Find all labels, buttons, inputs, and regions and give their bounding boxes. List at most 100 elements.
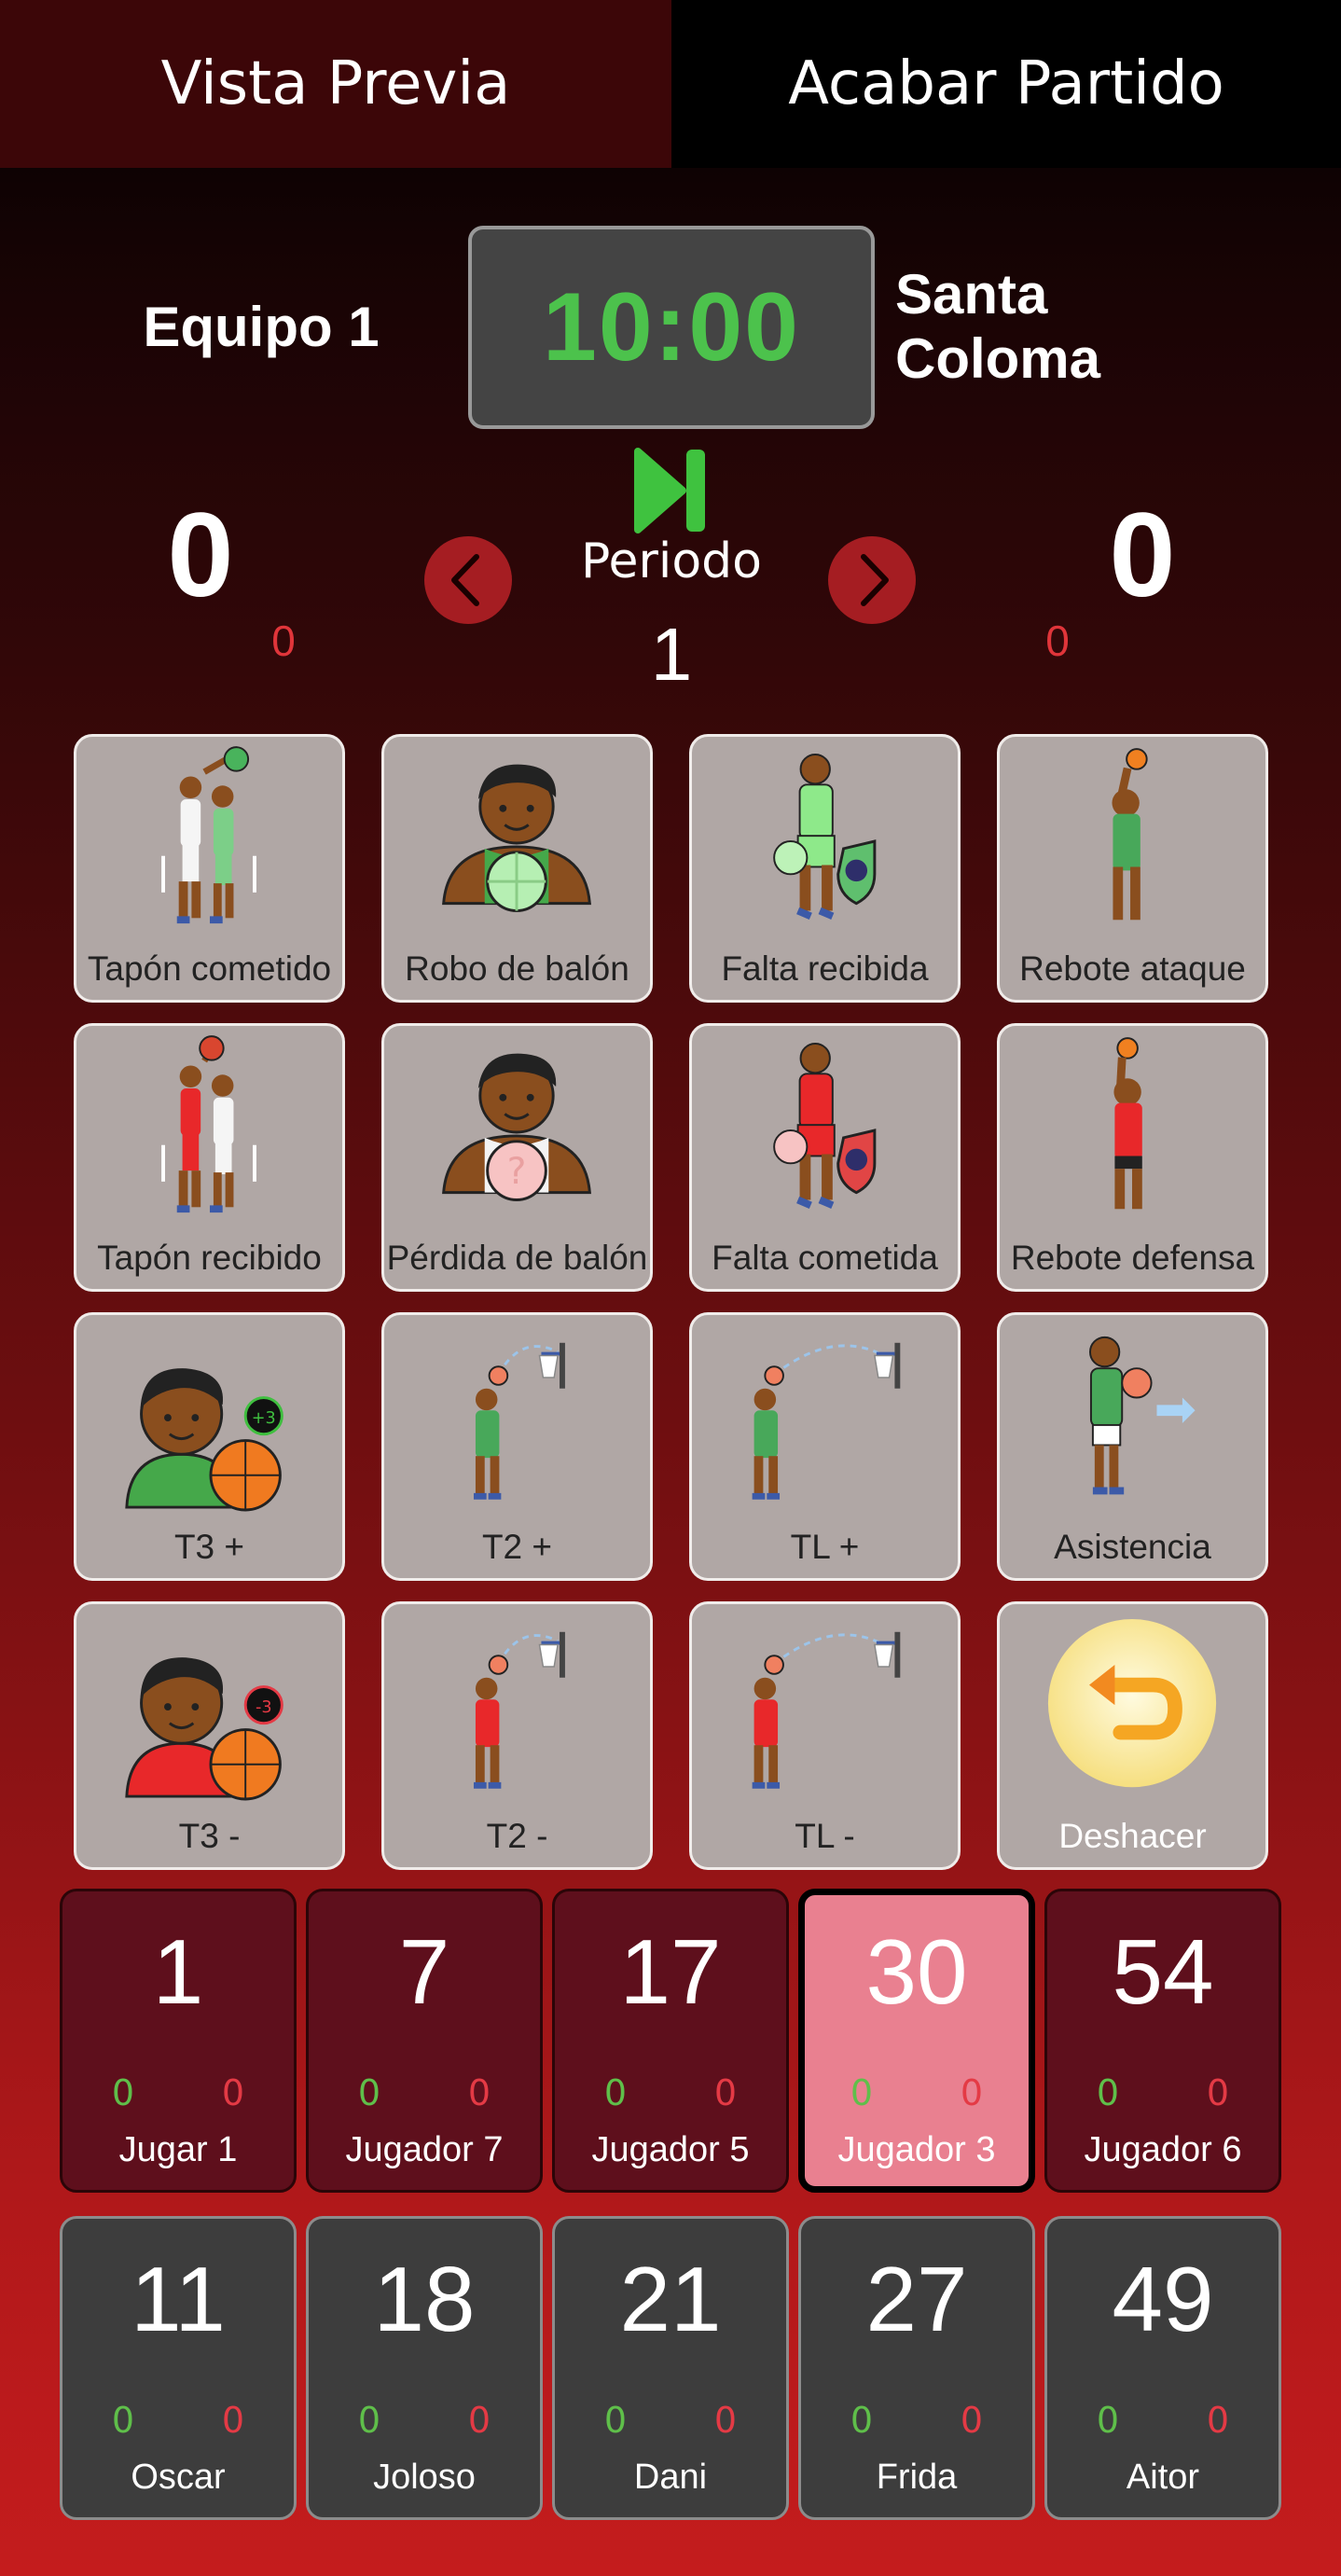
chevron-left-icon xyxy=(451,554,479,606)
action-steal[interactable]: Robo de balón xyxy=(381,734,653,1003)
foul-committed-icon xyxy=(773,1043,877,1209)
three-made-icon: +3 xyxy=(125,1368,283,1512)
bench-player-card[interactable]: 27 0 0 Frida xyxy=(798,2216,1035,2520)
action-label: Rebote defensa xyxy=(1010,1239,1255,1277)
away-team-name: Santa Coloma xyxy=(895,263,1101,390)
action-block-made[interactable]: Tapón cometido xyxy=(74,734,345,1003)
action-label: T3 - xyxy=(178,1817,241,1855)
player-number: 17 xyxy=(619,1920,722,2023)
players-bench: 11 0 0 Oscar 18 0 0 Joloso 21 0 0 Dani 2… xyxy=(60,2216,1283,2520)
action-foul-received[interactable]: Falta recibida xyxy=(689,734,961,1003)
chevron-right-icon xyxy=(861,554,889,606)
defensive-rebound-icon xyxy=(1113,1037,1142,1210)
player-negative-stat: 0 xyxy=(221,2400,245,2441)
player-negative-stat: 0 xyxy=(713,2072,738,2113)
two-made-icon xyxy=(473,1342,565,1500)
action-label: Rebote ataque xyxy=(1019,949,1246,988)
action-label: Deshacer xyxy=(1058,1817,1207,1855)
away-score: 0 xyxy=(1109,488,1176,622)
foul-received-icon xyxy=(773,754,877,920)
player-positive-stat: 0 xyxy=(111,2072,135,2113)
player-negative-stat: 0 xyxy=(467,2072,491,2113)
turnover-icon: ? xyxy=(442,1053,591,1201)
action-offensive-rebound[interactable]: Rebote ataque xyxy=(997,734,1268,1003)
action-three-missed[interactable]: -3 T3 - xyxy=(74,1601,345,1870)
player-negative-stat: 0 xyxy=(1206,2072,1230,2113)
away-fouls: 0 xyxy=(1045,616,1070,665)
player-name: Jugador 5 xyxy=(591,2130,750,2169)
action-label: T2 - xyxy=(486,1817,548,1855)
player-name: Jugar 1 xyxy=(118,2130,238,2169)
player-name: Frida xyxy=(876,2458,958,2497)
player-number: 54 xyxy=(1112,1920,1214,2023)
action-two-made[interactable]: T2 + xyxy=(381,1312,653,1581)
action-grid: Tapón cometido Robo de balón Falta recib… xyxy=(74,734,1269,1870)
player-positive-stat: 0 xyxy=(357,2072,381,2113)
action-label: Falta recibida xyxy=(721,949,929,988)
block-received-icon xyxy=(161,1035,256,1213)
player-positive-stat: 0 xyxy=(111,2400,135,2441)
player-card[interactable]: 54 0 0 Jugador 6 xyxy=(1044,1889,1281,2193)
action-label: TL + xyxy=(790,1528,860,1566)
top-bar: Vista Previa Acabar Partido xyxy=(0,0,1341,168)
preview-button[interactable]: Vista Previa xyxy=(0,0,671,168)
action-defensive-rebound[interactable]: Rebote defensa xyxy=(997,1023,1268,1292)
player-number: 11 xyxy=(131,2248,226,2350)
home-team-name: Equipo 1 xyxy=(143,295,380,358)
player-name: Jugador 6 xyxy=(1084,2130,1242,2169)
player-positive-stat: 0 xyxy=(850,2072,874,2113)
player-number: 27 xyxy=(865,2248,968,2350)
player-number: 1 xyxy=(152,1920,204,2023)
three-missed-icon: -3 xyxy=(125,1657,283,1801)
assist-icon xyxy=(1088,1336,1196,1495)
undo-icon xyxy=(1047,1619,1217,1788)
player-positive-stat: 0 xyxy=(1096,2400,1120,2441)
player-card[interactable]: 7 0 0 Jugador 7 xyxy=(306,1889,543,2193)
bench-player-card[interactable]: 11 0 0 Oscar xyxy=(60,2216,297,2520)
player-positive-stat: 0 xyxy=(603,2072,628,2113)
player-negative-stat: 0 xyxy=(960,2072,984,2113)
player-name: Dani xyxy=(633,2458,708,2497)
bench-player-card[interactable]: 49 0 0 Aitor xyxy=(1044,2216,1281,2520)
player-positive-stat: 0 xyxy=(603,2400,628,2441)
period-next-button[interactable] xyxy=(828,536,916,624)
action-undo[interactable]: Deshacer xyxy=(997,1601,1268,1870)
action-label: Falta cometida xyxy=(712,1239,938,1277)
action-three-made[interactable]: +3 T3 + xyxy=(74,1312,345,1581)
player-name: Oscar xyxy=(131,2458,226,2497)
player-negative-stat: 0 xyxy=(713,2400,738,2441)
action-foul-committed[interactable]: Falta cometida xyxy=(689,1023,961,1292)
action-label: T3 + xyxy=(173,1528,245,1566)
finish-match-button[interactable]: Acabar Partido xyxy=(671,0,1341,168)
period-prev-button[interactable] xyxy=(424,536,512,624)
period-number: 1 xyxy=(650,613,693,696)
game-clock[interactable]: 10:00 xyxy=(468,226,875,429)
player-card[interactable]: 1 0 0 Jugar 1 xyxy=(60,1889,297,2193)
action-label: Tapón cometido xyxy=(87,949,332,988)
svg-text:-3: -3 xyxy=(256,1698,272,1717)
action-label: Asistencia xyxy=(1054,1528,1211,1566)
svg-text:+3: +3 xyxy=(252,1409,276,1428)
action-assist[interactable]: Asistencia xyxy=(997,1312,1268,1581)
player-number: 18 xyxy=(373,2248,476,2350)
bench-player-card[interactable]: 18 0 0 Joloso xyxy=(306,2216,543,2520)
free-throw-made-icon xyxy=(752,1342,901,1500)
action-free-throw-made[interactable]: TL + xyxy=(689,1312,961,1581)
play-pause-icon[interactable] xyxy=(632,448,709,533)
action-label: Tapón recibido xyxy=(97,1239,322,1277)
action-turnover[interactable]: ? Pérdida de balón xyxy=(381,1023,653,1292)
player-negative-stat: 0 xyxy=(1206,2400,1230,2441)
home-fouls: 0 xyxy=(271,616,296,665)
block-made-icon xyxy=(161,746,256,924)
player-negative-stat: 0 xyxy=(467,2400,491,2441)
action-block-received[interactable]: Tapón recibido xyxy=(74,1023,345,1292)
player-card[interactable]: 17 0 0 Jugador 5 xyxy=(552,1889,789,2193)
bench-player-card[interactable]: 21 0 0 Dani xyxy=(552,2216,789,2520)
player-positive-stat: 0 xyxy=(1096,2072,1120,2113)
players-on-court: 1 0 0 Jugar 1 7 0 0 Jugador 7 17 0 0 Jug… xyxy=(60,1889,1283,2193)
free-throw-missed-icon xyxy=(752,1631,901,1789)
player-name: Joloso xyxy=(373,2458,476,2497)
action-two-missed[interactable]: T2 - xyxy=(381,1601,653,1870)
action-free-throw-missed[interactable]: TL - xyxy=(689,1601,961,1870)
player-card-selected[interactable]: 30 0 0 Jugador 3 xyxy=(798,1889,1035,2193)
